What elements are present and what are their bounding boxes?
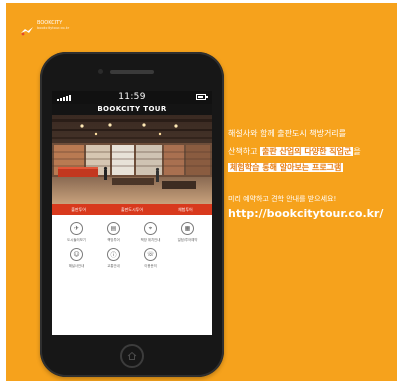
grid-item-bookstore[interactable]: ▤ 책방투어 [95, 222, 132, 242]
copy-line-2-pre: 산책하고 [228, 147, 260, 156]
menu-item-city-tour[interactable]: 출판도시투어 [105, 207, 158, 213]
copy-line-2: 산책하고 출판 산업의 다양한 직업군 을 [228, 147, 396, 157]
grid-item-label: 일정/투어예약 [177, 238, 198, 242]
app-title: BOOKCITY TOUR [52, 104, 212, 115]
grid-item-label: 책방투어 [107, 238, 120, 242]
calendar-icon: ▦ [181, 222, 194, 235]
feature-grid: ✈ 도시둘러보기 ▤ 책방투어 ⌖ 책방 위치안내 ▦ 일정/투어예약 ☺ 해설… [52, 215, 212, 268]
book-icon: ▤ [107, 222, 120, 235]
tour-icon: ✈ [70, 222, 83, 235]
copy-line-3: 체험학습 통해 알아보는 프로그램 [228, 163, 396, 173]
grid-item-label: 책방 위치안내 [140, 238, 161, 242]
copy-highlight-1: 출판 산업의 다양한 직업군 [259, 147, 354, 156]
menu-item-publishing-tour[interactable]: 출판투어 [52, 207, 105, 213]
info-icon: ⓘ [107, 248, 120, 261]
copy-line-2-post: 을 [353, 147, 361, 156]
logo-text: BOOKCITY bookcitytour.co.kr [37, 20, 70, 31]
grid-item-label: 교통안내 [107, 264, 120, 268]
grid-item-map[interactable]: ⌖ 책방 위치안내 [132, 222, 169, 242]
battery-icon [196, 94, 208, 100]
home-button[interactable] [120, 344, 144, 368]
grid-item-tour[interactable]: ✈ 도시둘러보기 [58, 222, 95, 242]
grid-item-contact[interactable]: ☏ 이용문의 [132, 248, 169, 268]
status-time: 11:59 [118, 92, 146, 102]
front-camera [98, 69, 103, 74]
grid-item-label: 도시둘러보기 [67, 238, 86, 242]
grid-item-guide[interactable]: ☺ 해설사안내 [58, 248, 95, 268]
copy-highlight-2: 체험학습 통해 알아보는 프로그램 [228, 163, 344, 172]
bookstore-hero-image [52, 115, 212, 204]
menu-item-experience-tour[interactable]: 체험투어 [159, 207, 212, 213]
reservation-text: 미리 예약하고 견학 안내를 받으세요! [228, 195, 337, 203]
person-icon: ☺ [70, 248, 83, 261]
app-menu-bar: 출판투어 출판도시투어 체험투어 [52, 204, 212, 215]
grid-item-label: 해설사안내 [68, 264, 85, 268]
phone-screen: 11:59 BOOKCITY TOUR 출판투어 출판도시투어 체험투어 ✈ 도… [52, 91, 212, 335]
phone-speaker [110, 70, 154, 74]
home-icon [127, 351, 137, 360]
copy-line-1: 해설사와 함께 출판도시 책방거리를 [228, 129, 347, 138]
logo-bird-icon [20, 21, 34, 36]
logo-subtext: bookcitytour.co.kr [37, 26, 70, 31]
website-url-link[interactable]: http://bookcitytour.co.kr/ [228, 207, 396, 220]
phone-mockup: 11:59 BOOKCITY TOUR 출판투어 출판도시투어 체험투어 ✈ 도… [40, 52, 224, 377]
brand-logo[interactable]: BOOKCITY bookcitytour.co.kr [20, 20, 70, 36]
status-bar: 11:59 [52, 91, 212, 104]
map-icon: ⌖ [144, 222, 157, 235]
promo-poster: BOOKCITY bookcitytour.co.kr 11:59 BOOKCI… [6, 3, 397, 381]
grid-item-label: 이용문의 [144, 264, 157, 268]
promo-copy: 해설사와 함께 출판도시 책방거리를 산책하고 출판 산업의 다양한 직업군 을 … [228, 129, 396, 220]
phone-icon: ☏ [144, 248, 157, 261]
grid-item-transport[interactable]: ⓘ 교통안내 [95, 248, 132, 268]
grid-item-schedule[interactable]: ▦ 일정/투어예약 [169, 222, 206, 242]
